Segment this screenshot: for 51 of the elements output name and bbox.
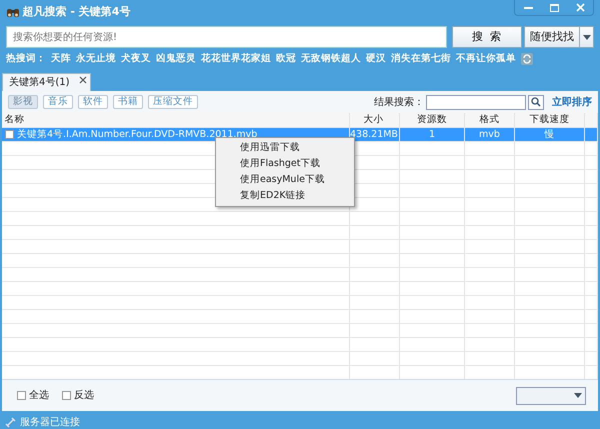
- menu-item[interactable]: 使用迅雷下载: [216, 140, 354, 156]
- menu-item[interactable]: 使用easyMule下载: [216, 172, 354, 188]
- refresh-icon[interactable]: [521, 53, 533, 65]
- column-header: 资源数: [400, 113, 465, 127]
- checkbox-label: 全选: [29, 388, 49, 403]
- column-header: 格式: [465, 113, 515, 127]
- table-row[interactable]: 关键第4号.I.Am.Number.Four.DVD-RMVB.2011.mvb 438.21MB 1 mvb 慢: [2, 128, 598, 142]
- status-text: 服务器已连接: [20, 416, 80, 429]
- caret-icon: [574, 393, 582, 398]
- category-button[interactable]: 压缩文件: [148, 95, 198, 109]
- checkbox[interactable]: [17, 391, 26, 400]
- table-cell: 慢: [515, 128, 585, 141]
- result-search-label: 结果搜索：: [374, 96, 424, 110]
- hot-word-link[interactable]: 硬汉: [366, 52, 386, 66]
- caret-icon: [582, 34, 590, 40]
- checkbox-label: 反选: [74, 388, 94, 403]
- search-field[interactable]: 搜索你想要的任何资源!: [6, 26, 446, 48]
- category-button[interactable]: 书籍: [113, 95, 143, 109]
- tab[interactable]: 关键第4号(1): [2, 73, 91, 91]
- window-title: 超凡搜索 - 关键第4号: [22, 4, 130, 20]
- column-header: 下载速度: [515, 113, 585, 127]
- sort-link[interactable]: 立即排序: [552, 94, 592, 110]
- column-header: 名称: [2, 113, 350, 127]
- checkbox[interactable]: [5, 130, 14, 139]
- hot-word-link[interactable]: 犬夜叉: [121, 52, 151, 66]
- hot-words-label: 热搜词：: [6, 52, 46, 66]
- file-name: 关键第4号.I.Am.Number.Four.DVD-RMVB.2011.mvb: [17, 128, 258, 141]
- table-cell: mvb: [465, 128, 515, 141]
- checkbox[interactable]: [62, 391, 71, 400]
- search-button[interactable]: 搜 索: [452, 26, 522, 48]
- hot-word-link[interactable]: 欧冠: [276, 52, 296, 66]
- hot-word-link[interactable]: 天阵: [51, 52, 71, 66]
- search-icon[interactable]: [528, 94, 544, 110]
- hot-word-link[interactable]: 不再让你孤单: [456, 52, 516, 66]
- split-button[interactable]: 随便找找: [524, 26, 594, 48]
- category-button[interactable]: 软件: [78, 95, 108, 109]
- close-icon[interactable]: [78, 76, 87, 84]
- hot-word-link[interactable]: 凶鬼恶灵: [156, 52, 196, 66]
- binoculars-icon: [6, 6, 20, 18]
- table-cell: 1: [400, 128, 465, 141]
- result-search-field[interactable]: [426, 94, 526, 110]
- menu-item[interactable]: 使用Flashget下载: [216, 156, 354, 172]
- hot-word-link[interactable]: 无敌钢铁超人: [301, 52, 361, 66]
- hot-word-link[interactable]: 永无止境: [76, 52, 116, 66]
- category-button[interactable]: 音乐: [43, 95, 73, 109]
- hot-word-link[interactable]: 花花世界花家姐: [201, 52, 271, 66]
- menu-item[interactable]: 复制ED2K链接: [216, 188, 354, 204]
- column-header: 大小: [350, 113, 400, 127]
- hot-word-link[interactable]: 消失在第七街: [391, 52, 451, 66]
- category-button[interactable]: 影视: [8, 95, 38, 109]
- dropdown[interactable]: [516, 386, 586, 404]
